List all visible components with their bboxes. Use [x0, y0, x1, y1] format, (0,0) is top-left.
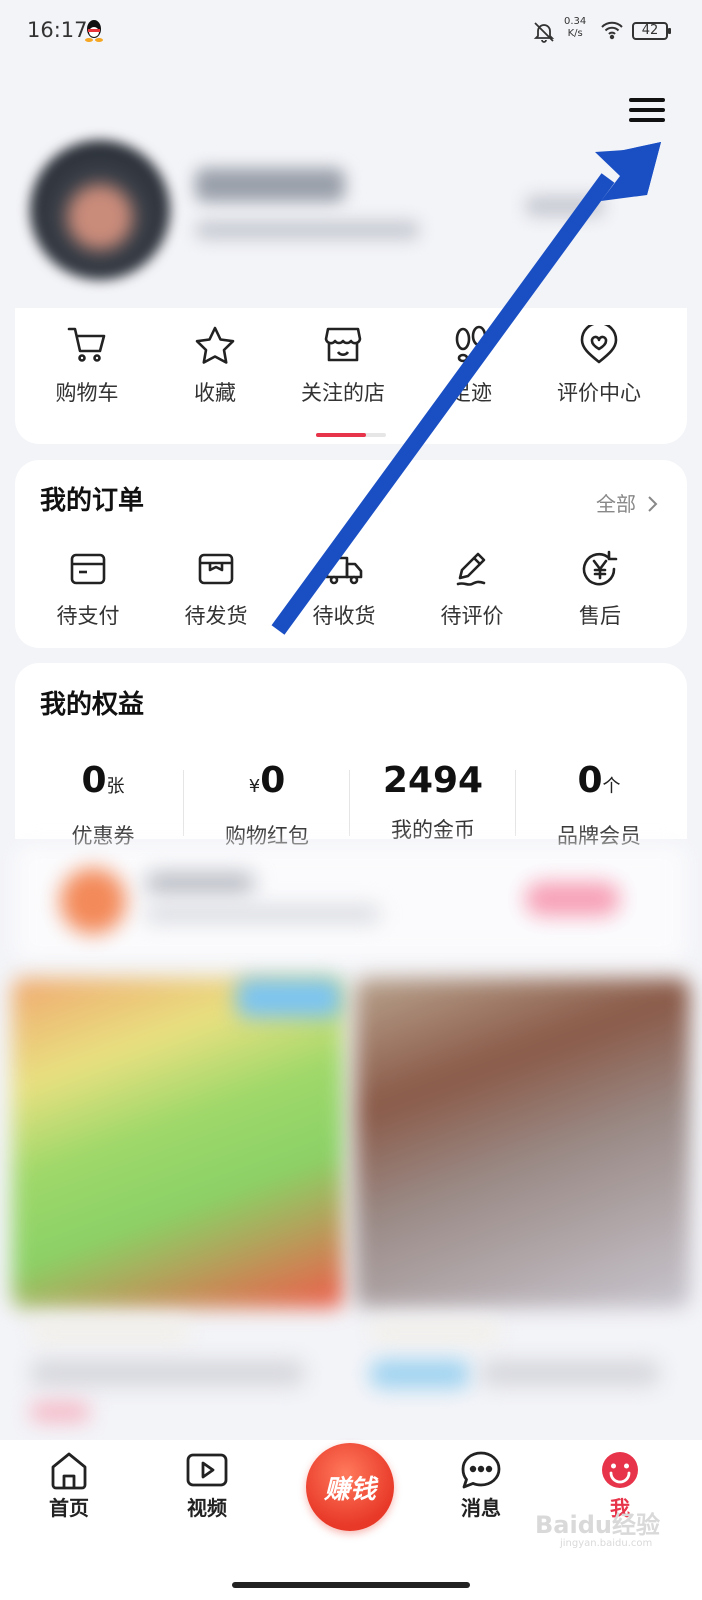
earn-money-button[interactable]: 赚钱 [306, 1443, 394, 1531]
video-icon [186, 1453, 228, 1487]
avatar[interactable] [30, 140, 170, 280]
promo-button-blurred [525, 882, 620, 916]
benefit-value: 0 [577, 760, 603, 801]
benefit-value-row: 2494 [350, 760, 516, 802]
quick-link-favorites[interactable]: 收藏 [150, 325, 280, 407]
product-title-blurred [480, 1360, 660, 1386]
menu-line [629, 118, 665, 122]
order-label: 待发货 [184, 604, 248, 628]
product-tag-blurred [236, 978, 342, 1018]
benefit-value-row: 0个 [516, 760, 682, 808]
network-speed: 0.34 K/s [564, 16, 586, 40]
chevron-right-icon [648, 496, 658, 512]
order-pending-payment[interactable]: 待支付 [28, 550, 148, 630]
order-pending-review[interactable]: 待评价 [412, 550, 532, 630]
quick-link-label: 收藏 [194, 381, 236, 405]
quick-links-scroll-thumb [316, 433, 366, 437]
benefit-value: 0 [260, 760, 286, 801]
battery-indicator: 42 [632, 22, 671, 40]
order-after-sales[interactable]: 售后 [540, 550, 660, 630]
home-indicator[interactable] [232, 1582, 470, 1588]
benefit-value: 0 [81, 760, 107, 801]
footprint-icon [455, 325, 487, 363]
message-icon [461, 1451, 501, 1489]
network-speed-value: 0.34 [564, 16, 587, 27]
status-time: 16:17 [27, 18, 88, 42]
profile-link-blurred [525, 195, 605, 217]
orders-all-link[interactable]: 全部 [596, 488, 658, 517]
arrow-head [595, 142, 661, 201]
network-speed-unit: K/s [567, 28, 583, 39]
product-image-blurred[interactable] [12, 978, 344, 1308]
cart-icon [67, 327, 106, 362]
benefit-brand-membership[interactable]: 0个 品牌会员 [516, 760, 682, 850]
product-meta-blurred [370, 1322, 500, 1342]
qq-icon [84, 18, 104, 46]
tab-video[interactable]: 视频 [157, 1450, 257, 1521]
wifi-icon [600, 20, 624, 44]
quick-link-label: 关注的店 [301, 381, 385, 405]
store-icon [324, 327, 362, 362]
product-image-blurred[interactable] [355, 978, 690, 1308]
order-pending-receipt[interactable]: 待收货 [284, 550, 404, 630]
arrow-head-fill [600, 142, 661, 195]
benefit-coins[interactable]: 2494 我的金币 [350, 760, 516, 844]
username-blurred [195, 168, 345, 202]
order-label: 售后 [579, 604, 621, 628]
promo-icon-blurred [60, 868, 126, 934]
refund-icon [582, 550, 618, 586]
tab-label: 首页 [49, 1496, 89, 1520]
orders-title: 我的订单 [40, 486, 145, 516]
order-label: 待收货 [312, 604, 376, 628]
currency-symbol: ¥ [248, 776, 261, 797]
quick-link-label: 足迹 [450, 381, 492, 405]
product-meta-blurred [30, 1322, 190, 1342]
product-tag-blurred [370, 1360, 470, 1388]
benefit-value-row: 0张 [20, 760, 186, 808]
pen-icon [456, 552, 486, 586]
product-badge-blurred [30, 1402, 90, 1422]
box-icon [198, 553, 234, 585]
mute-bell-icon [532, 20, 556, 48]
menu-line [629, 108, 665, 112]
order-pending-shipment[interactable]: 待发货 [156, 550, 276, 630]
orders-all-label: 全部 [596, 492, 636, 516]
quick-link-label: 购物车 [55, 381, 119, 405]
tab-home[interactable]: 首页 [19, 1450, 119, 1521]
home-icon [51, 1452, 87, 1490]
user-info-blurred [195, 220, 420, 240]
wallet-icon [70, 553, 106, 585]
earn-money-label: 赚钱 [323, 1475, 376, 1505]
me-icon [602, 1452, 638, 1488]
quick-link-followed-stores[interactable]: 关注的店 [278, 325, 408, 407]
benefit-value: 2494 [382, 760, 484, 801]
benefit-label: 我的金币 [391, 818, 475, 842]
quick-link-cart[interactable]: 购物车 [22, 325, 152, 407]
promo-subtitle-blurred [145, 906, 380, 922]
star-icon [195, 326, 235, 364]
baidu-watermark: Baidu经验 [535, 1511, 660, 1539]
benefits-title: 我的权益 [40, 690, 145, 720]
review-center-icon [580, 325, 618, 364]
tab-label: 消息 [461, 1496, 501, 1520]
product-title-blurred [30, 1360, 305, 1386]
benefit-red-packet[interactable]: ¥0 购物红包 [184, 760, 350, 850]
quick-link-review-center[interactable]: 评价中心 [534, 325, 664, 407]
baidu-watermark-url: jingyan.baidu.com [560, 1538, 653, 1549]
quick-link-label: 评价中心 [557, 381, 641, 405]
quick-link-footprints[interactable]: 足迹 [406, 325, 536, 407]
truck-icon [325, 556, 363, 585]
benefit-value-row: ¥0 [184, 760, 350, 808]
promo-title-blurred [145, 872, 255, 894]
benefit-unit: 张 [106, 776, 125, 797]
menu-line [629, 98, 665, 102]
benefit-unit: 个 [602, 776, 621, 797]
order-label: 待评价 [440, 604, 504, 628]
order-label: 待支付 [56, 604, 120, 628]
menu-icon[interactable] [625, 92, 669, 132]
benefit-coupons[interactable]: 0张 优惠券 [20, 760, 186, 850]
tab-messages[interactable]: 消息 [431, 1450, 531, 1521]
tab-label: 视频 [187, 1496, 227, 1520]
status-bar: 16:17 0.34 K/s 42 [0, 0, 702, 66]
